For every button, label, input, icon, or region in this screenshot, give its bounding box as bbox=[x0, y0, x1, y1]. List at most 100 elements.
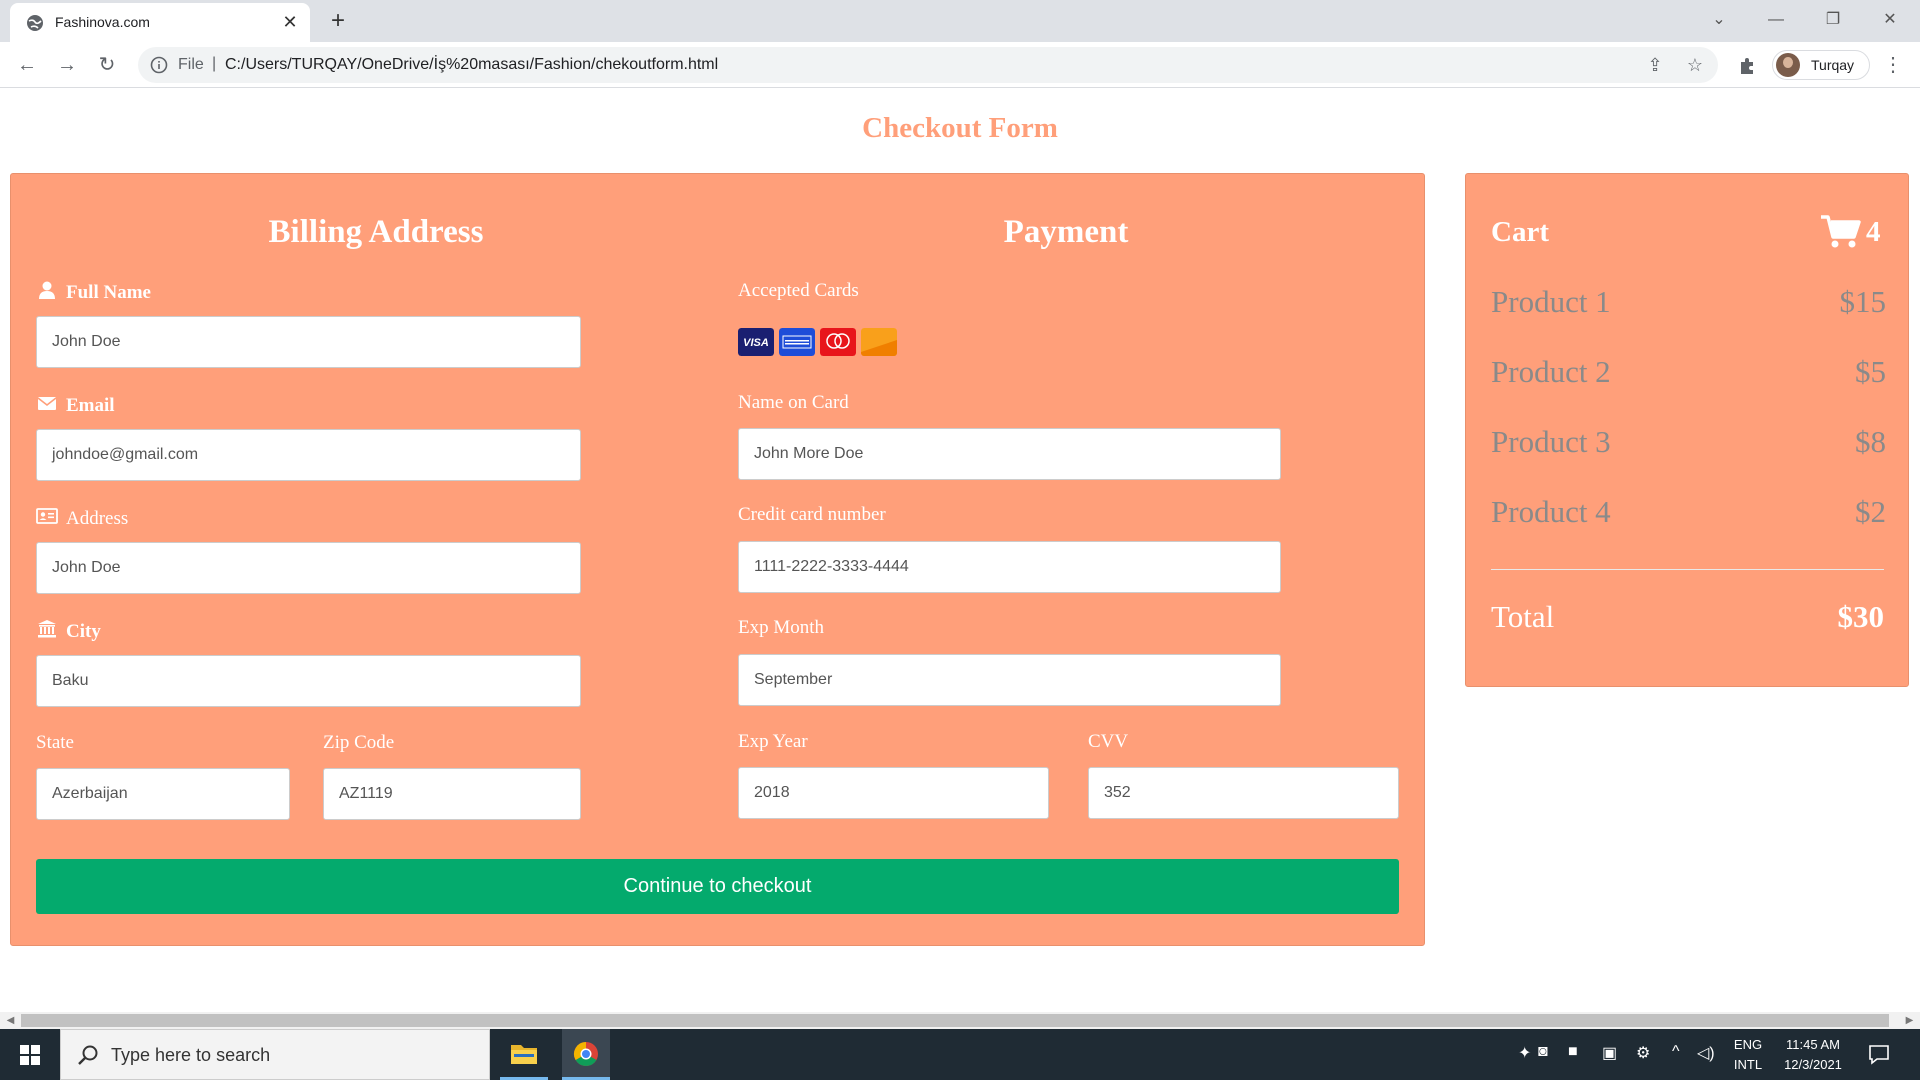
share-icon[interactable]: ⇪ bbox=[1645, 55, 1665, 75]
cart-item-name[interactable]: Product 1 bbox=[1491, 284, 1611, 320]
svg-text:VISA: VISA bbox=[743, 337, 769, 349]
zip-code-input[interactable]: AZ1119 bbox=[323, 768, 581, 820]
cart-item-price: $8 bbox=[1855, 424, 1886, 459]
accepted-cards-label: Accepted Cards bbox=[738, 280, 859, 301]
city-input[interactable]: Baku bbox=[36, 655, 581, 707]
video-icon[interactable]: ■ bbox=[1568, 1043, 1578, 1065]
address-scheme: File bbox=[178, 56, 204, 73]
page-title: Checkout Form bbox=[862, 112, 1058, 144]
chevron-up-icon[interactable]: ^ bbox=[1672, 1043, 1680, 1065]
profile-button[interactable]: Turqay bbox=[1772, 50, 1870, 80]
close-window-icon[interactable]: ✕ bbox=[1875, 8, 1905, 32]
cvv-label: CVV bbox=[1088, 731, 1129, 752]
browser-toolbar: ← → ↻ File | C:/Users/TURQAY/OneDrive/İş… bbox=[0, 42, 1920, 88]
notification-icon[interactable] bbox=[1868, 1043, 1890, 1065]
continue-to-checkout-button[interactable]: Continue to checkout bbox=[36, 859, 1399, 914]
card-number-input[interactable]: 1111-2222-3333-4444 bbox=[738, 541, 1281, 593]
clock-date[interactable]: 12/3/2021 bbox=[1773, 1057, 1853, 1072]
state-label: State bbox=[36, 732, 74, 753]
name-on-card-input[interactable]: John More Doe bbox=[738, 428, 1281, 480]
horizontal-scrollbar[interactable]: ◀ ▶ bbox=[0, 1012, 1920, 1029]
menu-icon[interactable]: ⋮ bbox=[1880, 52, 1906, 78]
windows-start-icon[interactable] bbox=[0, 1029, 60, 1080]
user-icon bbox=[39, 281, 55, 299]
tab-search-icon[interactable]: ⌄ bbox=[1704, 8, 1734, 32]
total-label: Total bbox=[1491, 599, 1555, 634]
mastercard-icon bbox=[820, 328, 856, 356]
globe-icon bbox=[27, 15, 43, 31]
settings-gear-icon[interactable]: ⚙ bbox=[1636, 1043, 1650, 1065]
cart-item-name[interactable]: Product 2 bbox=[1491, 354, 1611, 390]
forward-icon[interactable]: → bbox=[54, 52, 80, 78]
star-icon[interactable]: ☆ bbox=[1685, 55, 1705, 75]
address-label: Address bbox=[36, 506, 128, 530]
email-input[interactable]: johndoe@gmail.com bbox=[36, 429, 581, 481]
reload-icon[interactable]: ↻ bbox=[94, 52, 120, 78]
language-top[interactable]: ENG bbox=[1728, 1037, 1768, 1052]
cart-item: Product 1 $15 bbox=[1491, 284, 1886, 324]
exp-month-input[interactable]: September bbox=[738, 654, 1281, 706]
back-icon[interactable]: ← bbox=[14, 52, 40, 78]
address-url[interactable]: C:/Users/TURQAY/OneDrive/İş%20masası/Fas… bbox=[225, 56, 718, 74]
scroll-left-icon[interactable]: ◀ bbox=[2, 1012, 19, 1029]
cart-item: Product 3 $8 bbox=[1491, 424, 1886, 464]
exp-year-label: Exp Year bbox=[738, 731, 808, 752]
city-label: City bbox=[36, 619, 101, 643]
taskbar: Type here to search ✦ ◙ ■ ▣ ⚙ ^ ◁) ENG I… bbox=[0, 1029, 1920, 1080]
exp-year-input[interactable]: 2018 bbox=[738, 767, 1049, 819]
state-input[interactable]: Azerbaijan bbox=[36, 768, 290, 820]
full-name-label: Full Name bbox=[36, 280, 151, 304]
taskbar-search[interactable]: Type here to search bbox=[60, 1029, 490, 1080]
total-value: $30 bbox=[1837, 599, 1885, 634]
billing-heading: Billing Address bbox=[268, 214, 484, 250]
address-card-icon bbox=[36, 508, 58, 524]
info-icon[interactable] bbox=[150, 56, 168, 74]
discover-icon bbox=[861, 328, 897, 356]
address-separator: | bbox=[212, 55, 217, 72]
search-icon bbox=[78, 1045, 98, 1065]
file-explorer-button[interactable] bbox=[500, 1029, 548, 1080]
gallery-icon[interactable]: ▣ bbox=[1602, 1043, 1617, 1065]
profile-name: Turqay bbox=[1811, 57, 1855, 73]
extensions-icon[interactable] bbox=[1737, 54, 1759, 76]
clock-time[interactable]: 11:45 AM bbox=[1773, 1037, 1853, 1052]
chrome-button[interactable] bbox=[562, 1029, 610, 1080]
full-name-input[interactable]: John Doe bbox=[36, 316, 581, 368]
zip-code-label: Zip Code bbox=[323, 732, 395, 753]
speaker-icon[interactable]: ◁) bbox=[1697, 1043, 1715, 1065]
avatar bbox=[1776, 53, 1800, 77]
cart-divider bbox=[1491, 569, 1884, 570]
camera-icon[interactable]: ◙ bbox=[1538, 1043, 1548, 1065]
cart-item-name[interactable]: Product 4 bbox=[1491, 494, 1611, 530]
shopping-cart-icon bbox=[1821, 215, 1861, 248]
scroll-right-icon[interactable]: ▶ bbox=[1901, 1012, 1918, 1029]
restore-icon[interactable]: ❐ bbox=[1818, 8, 1848, 32]
page-content: Checkout Form Billing Address Full Name … bbox=[0, 88, 1920, 1012]
tab-title: Fashinova.com bbox=[55, 14, 150, 30]
folder-icon bbox=[511, 1045, 537, 1064]
cart-item-price: $5 bbox=[1855, 354, 1886, 389]
cart-panel: Cart 4 Product 1 $15 Product 2 $5 Produc… bbox=[1465, 173, 1909, 687]
pin-icon[interactable]: ✦ bbox=[1518, 1043, 1531, 1065]
exp-month-label: Exp Month bbox=[738, 617, 825, 638]
cart-item-price: $2 bbox=[1855, 494, 1886, 529]
scrollbar-thumb[interactable] bbox=[21, 1014, 1889, 1027]
cart-title: Cart bbox=[1491, 216, 1549, 248]
name-on-card-label: Name on Card bbox=[738, 392, 849, 413]
cart-count: 4 bbox=[1866, 216, 1881, 248]
new-tab-button[interactable]: + bbox=[325, 8, 351, 34]
browser-tab[interactable]: Fashinova.com ✕ bbox=[10, 3, 310, 42]
email-label: Email bbox=[36, 393, 115, 417]
close-tab-icon[interactable]: ✕ bbox=[280, 12, 300, 32]
cvv-input[interactable]: 352 bbox=[1088, 767, 1399, 819]
address-bar[interactable]: File | C:/Users/TURQAY/OneDrive/İş%20mas… bbox=[138, 47, 1718, 83]
cart-item: Product 4 $2 bbox=[1491, 494, 1886, 534]
language-bottom[interactable]: INTL bbox=[1728, 1057, 1768, 1072]
card-number-label: Credit card number bbox=[738, 504, 886, 525]
minimize-icon[interactable]: — bbox=[1761, 8, 1791, 32]
cart-item-name[interactable]: Product 3 bbox=[1491, 424, 1611, 460]
institution-icon bbox=[38, 620, 56, 638]
address-input[interactable]: John Doe bbox=[36, 542, 581, 594]
chrome-icon bbox=[573, 1042, 598, 1067]
search-placeholder: Type here to search bbox=[111, 1045, 271, 1065]
